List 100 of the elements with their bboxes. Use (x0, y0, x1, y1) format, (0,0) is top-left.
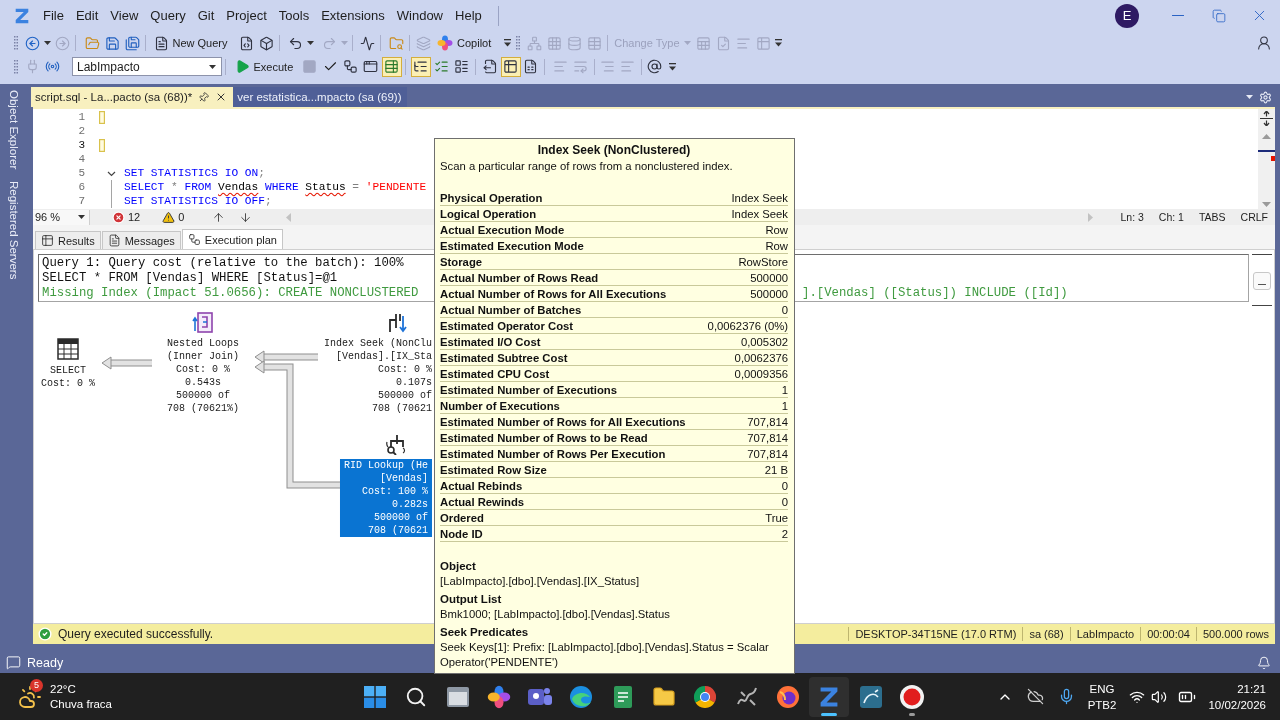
line-number: 3 (77, 138, 85, 152)
branch-arrow-icon[interactable] (386, 311, 408, 333)
property-name: Actual Rewinds (440, 495, 525, 508)
menu-item[interactable]: Query (150, 6, 186, 25)
status-field: DESKTOP-34T15NE (17.0 RTM) (848, 627, 1023, 641)
property-value: 1 (781, 399, 788, 412)
document-tab[interactable]: ver estatistica...mpacto (sa (69)) (233, 87, 408, 107)
property-value: 0,005302 (740, 335, 788, 348)
grip-icon[interactable] (14, 59, 18, 74)
window-tile-icon (446, 686, 469, 707)
menu-item[interactable]: Tools (278, 6, 310, 25)
property-value: 21 B (764, 463, 788, 476)
line-number: 5 (77, 166, 85, 180)
menu-item[interactable]: Extensions (321, 6, 385, 25)
pane-tab[interactable]: Execution plan (181, 229, 283, 249)
cloud-off-icon (1026, 688, 1044, 705)
previous-button[interactable] (212, 210, 226, 224)
curve-tile-icon (859, 685, 882, 708)
minimize-icon (1171, 14, 1184, 17)
next-button[interactable] (239, 210, 253, 224)
restore-icon (1211, 8, 1226, 23)
missing-index-text: Missing Index (Impact 51.0656): CREATE NONCLUSTERED (42, 286, 419, 301)
document-icon (613, 685, 632, 708)
property-name: Ordered (440, 511, 484, 524)
minus-icon (1257, 283, 1266, 285)
notification-icon[interactable] (1257, 655, 1271, 670)
property-value: 500000 (750, 271, 788, 284)
petal-icon (437, 35, 454, 51)
new-query-button[interactable]: New Query (150, 33, 231, 53)
database-dropdown[interactable]: LabImpacto (72, 57, 222, 76)
execute-button[interactable]: Execute (231, 56, 297, 77)
person-icon (1256, 35, 1272, 51)
side-tab[interactable]: Object Explorer (8, 88, 20, 172)
taskbar-button[interactable] (809, 676, 850, 717)
section-text: [LabImpacto].[dbo].[Vendas].[IX_Status] (440, 574, 641, 589)
property-name: Actual Number of Batches (440, 303, 582, 316)
status-message: Query executed successfully. (58, 627, 214, 641)
table-grid-icon[interactable] (57, 338, 79, 360)
property-name: Number of Executions (440, 399, 560, 412)
language-text[interactable]: PTB2 (1087, 696, 1117, 713)
folder-icon (652, 684, 677, 709)
document-icon (107, 234, 121, 247)
branch-magnifier-icon[interactable] (386, 433, 408, 455)
split-icon[interactable] (1260, 111, 1273, 126)
menu-item[interactable]: Help (455, 6, 482, 25)
document-tab[interactable]: script.sql - La...pacto (sa (68))* (31, 87, 234, 107)
language-text[interactable]: ENG (1089, 680, 1115, 697)
side-tab[interactable]: Registered Servers (8, 179, 20, 282)
property-value: Row (765, 223, 788, 236)
pane-tab[interactable]: Messages (101, 231, 181, 249)
operator-caption[interactable]: RID Lookup (He [Vendas] Cost: 100 % 0.282s 500000 of 708 (70621 (340, 459, 432, 537)
property-name: Actual Execution Mode (440, 223, 565, 236)
document-icon (153, 35, 169, 51)
property-value: Row (765, 239, 788, 252)
settings-icon (1259, 90, 1272, 104)
search-icon (405, 685, 428, 708)
play-icon (234, 59, 250, 74)
line-position-text: Ln: 3 (1120, 211, 1144, 223)
position-marker-icon (1258, 150, 1275, 152)
success-icon (38, 627, 52, 641)
menu-item[interactable]: Project (226, 6, 267, 25)
account-avatar[interactable]: E (1115, 3, 1139, 28)
menu-item[interactable]: Git (197, 6, 215, 25)
z-shape-logo-icon (13, 6, 31, 25)
caret-icon (1246, 95, 1253, 99)
message-icon[interactable] (6, 655, 21, 670)
property-value: 0,0062376 (0%) (707, 319, 788, 332)
pane-tab[interactable]: Results (35, 231, 101, 249)
tooltip-description: Scan a particular range of rows from a nonclustered index. (440, 159, 734, 174)
zoom-dropdown[interactable]: 96 % (33, 209, 90, 225)
speaker-icon (1151, 688, 1168, 705)
property-value: 707,814 (747, 431, 788, 444)
property-value: 707,814 (747, 415, 788, 428)
caret-icon (78, 215, 85, 219)
status-field: LabImpacto (1069, 627, 1141, 641)
menu-item[interactable]: Edit (75, 6, 99, 25)
operator-caption[interactable]: SELECT Cost: 0 % (41, 364, 95, 390)
menu-item[interactable]: Window (396, 6, 443, 25)
collapse-button[interactable] (1252, 272, 1271, 290)
property-name: Node ID (440, 527, 483, 540)
operator-caption[interactable]: Index Seek (NonClu [Vendas].[IX_Sta Cost: 0 % 0.107s 500000 of 708 (70621 (323, 337, 432, 415)
property-value: 500000 (750, 287, 788, 300)
property-name: Estimated Execution Mode (440, 239, 584, 252)
menu-item[interactable]: View (110, 6, 139, 25)
cloud-sun-icon[interactable] (18, 684, 42, 709)
line-ending-text: CRLF (1240, 211, 1268, 223)
copilot-button[interactable]: Copilot (434, 33, 495, 53)
property-value: 2 (781, 527, 788, 540)
property-value: 0,0062376 (734, 351, 788, 364)
menu-item[interactable]: File (43, 6, 64, 25)
operator-caption[interactable]: Nested Loops (Inner Join) Cost: 0 % 0.543s 500000 of 708 (70621%) (167, 337, 239, 415)
error-marker-icon (1271, 156, 1275, 161)
grip-icon[interactable] (14, 36, 18, 50)
bracket-arrows-icon[interactable] (192, 311, 214, 333)
grip-icon[interactable] (516, 36, 521, 50)
line-number: 7 (77, 194, 85, 208)
caret-icon (209, 64, 216, 69)
section-text: Seek Keys[1]: Prefix: [LabImpacto].[dbo].[Vendas].Status = Scalar Operator('PENDENTE') (440, 640, 770, 670)
section-text: Bmk1000; [LabImpacto].[dbo].[Vendas].Status (440, 607, 671, 622)
property-name: Estimated Number of Rows Per Execution (440, 447, 666, 460)
